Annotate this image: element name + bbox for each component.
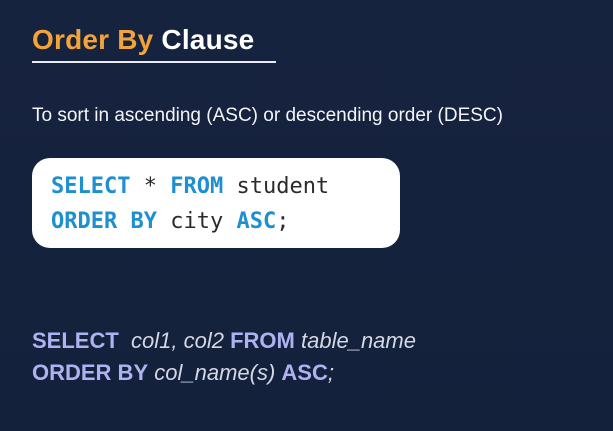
syntax-keyword-asc: ASC bbox=[281, 360, 328, 385]
syntax-keyword-select: SELECT bbox=[32, 328, 119, 353]
code-column-name: city bbox=[156, 209, 237, 234]
slide: Order By Clause To sort in ascending (AS… bbox=[0, 0, 613, 431]
example-code-line-1: SELECT * FROM student bbox=[51, 169, 400, 204]
code-semicolon: ; bbox=[276, 209, 290, 234]
title-accent: Order By bbox=[32, 24, 154, 55]
code-keyword-asc: ASC bbox=[236, 209, 277, 234]
syntax-keyword-order-by: ORDER BY bbox=[32, 360, 149, 385]
description-text: To sort in ascending (ASC) or descending… bbox=[32, 105, 503, 126]
syntax-line-1: SELECT col1, col2 FROM table_name bbox=[32, 325, 416, 357]
title-rest: Clause bbox=[161, 24, 255, 55]
syntax-columns: col1, col2 bbox=[131, 328, 224, 353]
code-keyword-select: SELECT bbox=[51, 174, 131, 199]
code-star: * bbox=[130, 174, 171, 199]
syntax-order-columns: col_name(s) bbox=[154, 360, 276, 385]
syntax-table-name: table_name bbox=[301, 328, 416, 353]
syntax-line-2: ORDER BY col_name(s) ASC; bbox=[32, 357, 416, 389]
code-table-name: student bbox=[223, 174, 330, 199]
code-keyword-from: FROM bbox=[170, 174, 224, 199]
syntax-semicolon: ; bbox=[327, 360, 334, 385]
example-code-line-2: ORDER BY city ASC; bbox=[51, 204, 400, 239]
code-keyword-order-by: ORDER BY bbox=[51, 209, 157, 234]
title-underline bbox=[32, 61, 276, 63]
slide-title: Order By Clause bbox=[32, 22, 254, 58]
syntax-keyword-from: FROM bbox=[230, 328, 295, 353]
syntax-block: SELECT col1, col2 FROM table_name ORDER … bbox=[32, 325, 416, 389]
example-code-card: SELECT * FROM student ORDER BY city ASC; bbox=[32, 158, 400, 248]
